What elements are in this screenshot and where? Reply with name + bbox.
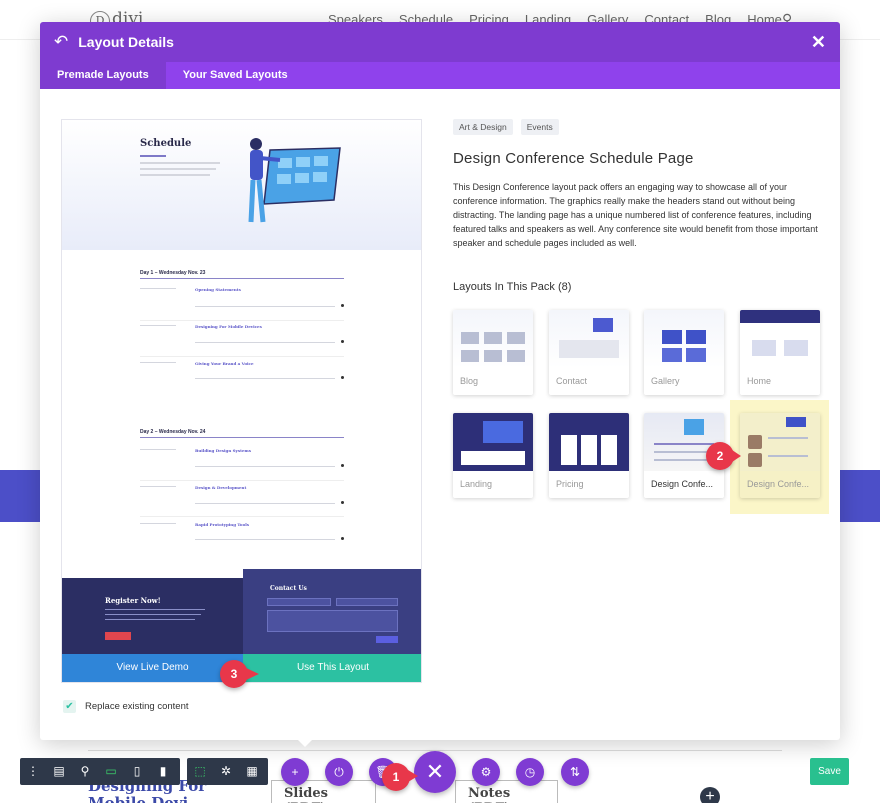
- wireframe-icon[interactable]: ▤: [46, 758, 72, 785]
- modal-caret: [296, 738, 314, 747]
- thumb-label: Design Confe...: [747, 479, 810, 489]
- tab-saved-layouts[interactable]: Your Saved Layouts: [166, 62, 305, 89]
- preview-register-title: Register Now!: [105, 596, 161, 605]
- preview-day1: Day 1 – Wednesday Nov. 23: [140, 270, 206, 276]
- modal-header: ↶ Layout Details ✕: [40, 22, 840, 62]
- thumb-image: [549, 413, 629, 471]
- tag-art-design[interactable]: Art & Design: [453, 119, 513, 135]
- layout-thumb-home[interactable]: Home: [740, 310, 820, 395]
- thumb-label: Contact: [556, 376, 588, 386]
- step-badge-2: 2: [706, 442, 734, 470]
- more-icon[interactable]: ⋮: [20, 758, 46, 785]
- layout-description: This Design Conference layout pack offer…: [453, 182, 818, 248]
- thumb-label: Pricing: [556, 479, 584, 489]
- preview-day2: Day 2 – Wednesday Nov. 24: [140, 429, 206, 435]
- view-live-demo-button[interactable]: View Live Demo: [62, 654, 243, 682]
- step-badge-3-pointer: [246, 668, 259, 680]
- replace-content-label: Replace existing content: [85, 701, 189, 712]
- step-badge-3: 3: [220, 660, 248, 688]
- pack-title: Layouts In This Pack (8): [453, 281, 572, 293]
- layout-thumb-blog[interactable]: Blog: [453, 310, 533, 395]
- thumb-image: [549, 310, 629, 368]
- preview-register-section: Register Now!: [62, 578, 243, 654]
- back-arrow-icon[interactable]: ↶: [54, 32, 68, 52]
- replace-content-option: ✔ Replace existing content: [63, 700, 189, 713]
- preview-session: Opening Statements: [195, 287, 241, 292]
- preview-session: Giving Your Brand a Voice: [195, 361, 254, 366]
- presenter-illustration: [248, 138, 341, 223]
- layout-preview: Schedule Day 1 – Wednesday Nov. 23 Openi…: [61, 119, 422, 683]
- portability-icon[interactable]: ⇅: [561, 758, 589, 786]
- preview-session: Designing For Mobile Devices: [195, 324, 262, 329]
- add-section-icon[interactable]: +: [700, 787, 720, 803]
- save-button[interactable]: Save: [810, 758, 849, 785]
- replace-content-checkbox[interactable]: ✔: [63, 700, 76, 713]
- close-icon[interactable]: ✕: [811, 32, 826, 53]
- layout-thumb-contact[interactable]: Contact: [549, 310, 629, 395]
- zoom-icon[interactable]: ⚲: [72, 758, 98, 785]
- thumb-image: [644, 310, 724, 368]
- layout-details-modal: ↶ Layout Details ✕ Premade Layouts Your …: [40, 22, 840, 740]
- preview-session: Rapid Prototyping Tools: [195, 522, 250, 527]
- history-icon[interactable]: ◷: [516, 758, 544, 786]
- preview-hero-title: Schedule: [140, 138, 192, 149]
- thumb-image: [740, 413, 820, 471]
- preview-contact-title: Contact Us: [270, 585, 307, 592]
- thumb-image: [453, 413, 533, 471]
- layout-thumb-gallery[interactable]: Gallery: [644, 310, 724, 395]
- modal-title: Layout Details: [78, 34, 174, 50]
- power-icon[interactable]: ⏻: [325, 758, 353, 786]
- layout-title: Design Conference Schedule Page: [453, 150, 694, 167]
- click-mode-icon[interactable]: ✲: [213, 758, 239, 785]
- mode-toolbar: ⬚ ✲ ▦: [187, 758, 268, 785]
- layout-thumb-pricing[interactable]: Pricing: [549, 413, 629, 498]
- phone-icon[interactable]: ▮: [150, 758, 176, 785]
- close-icon[interactable]: ✕: [414, 751, 456, 793]
- thumb-label: Design Confe...: [651, 479, 714, 489]
- thumb-label: Blog: [460, 376, 479, 386]
- thumb-image: [740, 310, 820, 368]
- step-badge-1: 1: [382, 763, 410, 791]
- thumb-label: Landing: [460, 479, 493, 489]
- tab-premade-layouts[interactable]: Premade Layouts: [40, 62, 166, 89]
- grid-icon[interactable]: ▦: [239, 758, 265, 785]
- thumb-label: Gallery: [651, 376, 680, 386]
- preview-contact-section: Contact Us: [243, 569, 421, 654]
- modal-tabs: Premade Layouts Your Saved Layouts: [40, 62, 840, 89]
- use-this-layout-button[interactable]: Use This Layout: [243, 654, 421, 682]
- step-badge-1-pointer: [408, 770, 418, 782]
- step-badge-2-pointer: [732, 450, 741, 462]
- notes-tab[interactable]: Notes (PDF): [455, 780, 558, 803]
- preview-session: Building Design Systems: [195, 448, 251, 453]
- tablet-icon[interactable]: ▯: [124, 758, 150, 785]
- view-toolbar: ⋮ ▤ ⚲ ▭ ▯ ▮: [20, 758, 180, 785]
- layout-thumb-design-conference-2[interactable]: Design Confe...: [740, 413, 820, 498]
- settings-icon[interactable]: ⚙: [472, 758, 500, 786]
- layout-thumb-landing[interactable]: Landing: [453, 413, 533, 498]
- desktop-icon[interactable]: ▭: [98, 758, 124, 785]
- add-icon[interactable]: +: [281, 758, 309, 786]
- thumb-image: [453, 310, 533, 368]
- tag-events[interactable]: Events: [520, 119, 559, 135]
- preview-session: Design & Development: [195, 485, 247, 490]
- preview-hero: Schedule: [62, 120, 421, 250]
- layout-tags: Art & Design Events: [453, 119, 559, 135]
- select-icon[interactable]: ⬚: [187, 758, 213, 785]
- thumb-label: Home: [747, 376, 772, 386]
